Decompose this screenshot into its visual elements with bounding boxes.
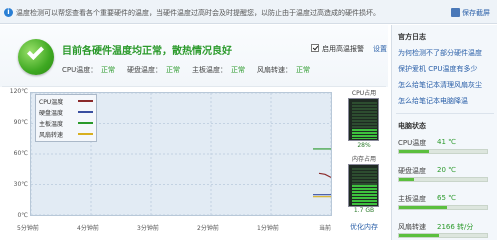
x-tick-label: 5分钟前 [17, 225, 39, 232]
y-tick-label: 90℃ [13, 119, 28, 126]
fan-speed-status: 正常 [296, 66, 310, 74]
memory-usage-fill [352, 185, 377, 205]
stat-board-label: 主板温度 [398, 195, 426, 203]
board-temp-label: 主板温度： [192, 66, 227, 74]
x-tick-label: 当前 [319, 225, 332, 232]
stat-fan-value: 2166 转/分 [437, 223, 474, 231]
fan-speed-label: 风扇转速： [257, 66, 292, 74]
right-sidebar: 官方日志 为何检测不了部分硬件温度 保护爱机 CPU温度有多少 怎么给笔记本清理… [391, 25, 497, 240]
stat-board-bar [398, 205, 488, 210]
stat-cpu-value: 41 ℃ [437, 138, 456, 146]
checkmark-icon [312, 44, 319, 51]
x-tick-label: 2分钟前 [197, 225, 219, 232]
tip-link[interactable]: 保护爱机 CPU温度有多少 [398, 64, 477, 74]
stats-title: 电脑状态 [398, 122, 426, 130]
info-bar: i 温度检测可以帮您查看各个重要硬件的温度，当硬件温度过高时会及时提醒您，以防止… [0, 0, 497, 24]
temperature-readouts: CPU温度： 正常 硬盘温度： 正常 主板温度： 正常 风扇转速： 正常 [0, 65, 388, 75]
optimize-memory-link[interactable]: 优化内存 [342, 222, 386, 232]
tips-title: 官方日志 [398, 33, 426, 41]
divider [396, 113, 494, 114]
stat-disk-bar [398, 177, 488, 182]
legend-item-disk: 硬盘温度 [39, 108, 97, 117]
stat-cpu-bar [398, 149, 488, 154]
stat-disk-label: 硬盘温度 [398, 167, 426, 175]
y-tick-label: 60℃ [13, 150, 28, 157]
stat-fan-label: 风扇转速 [398, 223, 426, 231]
memory-usage-title: 内存占用 [351, 156, 376, 163]
legend-item-fan: 风扇转速 [39, 130, 97, 139]
cpu-temp-status: 正常 [101, 66, 115, 74]
y-tick-label: 0℃ [17, 212, 28, 219]
tip-link[interactable]: 怎么给笔记本清理风扇灰尘 [398, 80, 482, 90]
usage-gauges: CPU占用 28% 内存占用 1.7 GB 优化内存 [342, 87, 386, 240]
cpu-usage-title: CPU占用 [351, 90, 377, 97]
settings-link[interactable]: 设置 [373, 44, 387, 54]
save-icon[interactable] [451, 8, 460, 17]
cpu-usage-fill [352, 129, 377, 139]
chart-legend: CPU温度 硬盘温度 主板温度 风扇转速 [35, 94, 97, 142]
y-tick-label: 30℃ [13, 181, 28, 188]
legend-item-cpu: CPU温度 [39, 97, 97, 106]
memory-usage-gauge [348, 164, 379, 207]
x-tick-label: 1分钟前 [257, 225, 279, 232]
stat-board-value: 65 ℃ [437, 194, 456, 202]
disk-temp-label: 硬盘温度： [127, 66, 162, 74]
alarm-label[interactable]: 启用高温报警 [322, 44, 364, 54]
legend-item-board: 主板温度 [39, 119, 97, 128]
x-tick-label: 4分钟前 [77, 225, 99, 232]
cpu-temp-label: CPU温度： [62, 66, 98, 74]
stat-cpu-label: CPU温度 [398, 139, 427, 147]
x-tick-label: 3分钟前 [137, 225, 159, 232]
board-temp-status: 正常 [231, 66, 245, 74]
tip-link[interactable]: 为何检测不了部分硬件温度 [398, 48, 482, 58]
save-screenshot-link[interactable]: 保存截屏 [462, 8, 490, 18]
alarm-checkbox[interactable] [311, 44, 319, 52]
status-message: 目前各硬件温度均正常，散热情况良好 [62, 46, 232, 57]
cpu-usage-value: 28% [357, 142, 371, 149]
y-tick-label: 120℃ [9, 88, 28, 95]
info-icon: i [4, 8, 13, 17]
stat-fan-bar [398, 233, 488, 238]
memory-usage-value: 1.7 GB [353, 207, 375, 214]
series-line-0 [318, 172, 332, 178]
cpu-usage-gauge [348, 98, 379, 141]
stat-disk-value: 20 ℃ [437, 166, 456, 174]
info-text: 温度检测可以帮您查看各个重要硬件的温度，当硬件温度过高时会及时提醒您，以防止由于… [16, 9, 380, 17]
disk-temp-status: 正常 [166, 66, 180, 74]
tip-link[interactable]: 怎么给笔记本电脑降温 [398, 96, 468, 106]
